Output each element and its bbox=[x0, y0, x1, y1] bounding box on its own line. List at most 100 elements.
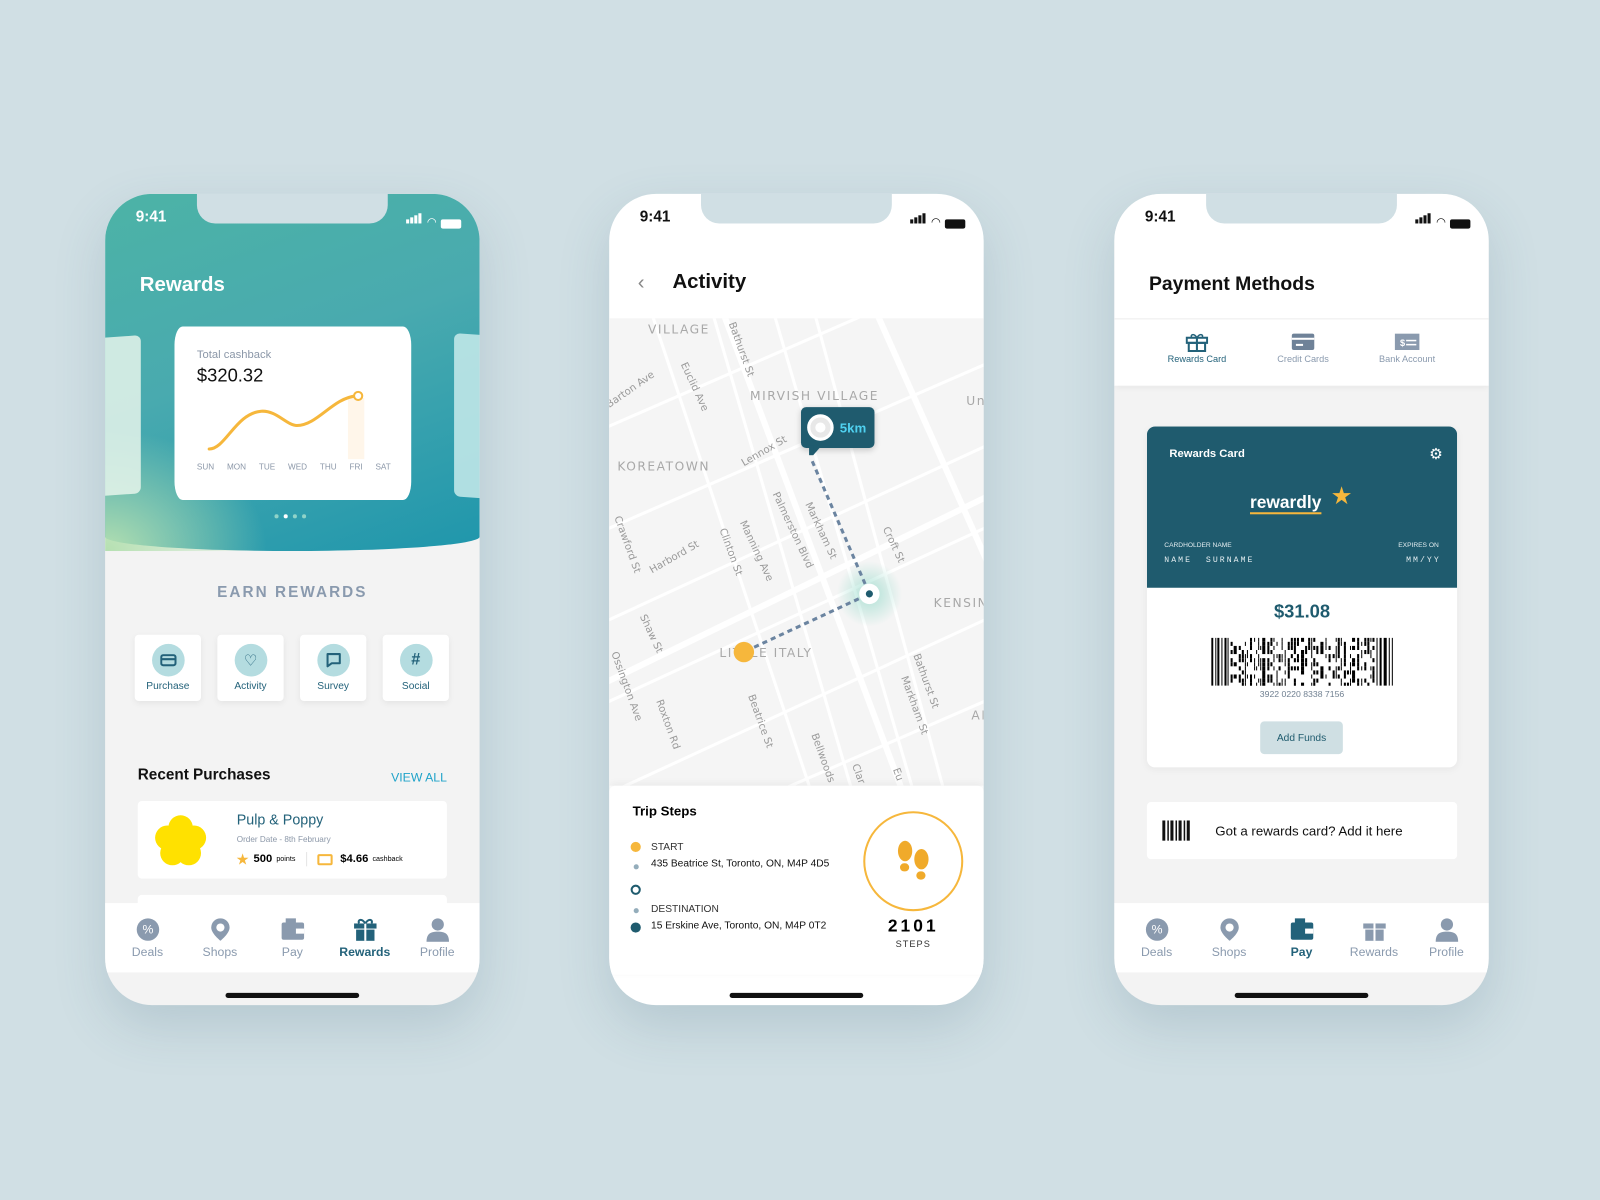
rewardly-logo: rewardly bbox=[1249, 493, 1322, 515]
earn-survey-tile[interactable]: Survey bbox=[299, 634, 367, 702]
gear-icon[interactable]: ⚙ bbox=[1429, 445, 1443, 463]
tab-credit-cards[interactable]: Credit Cards bbox=[1251, 332, 1355, 364]
points-unit: points bbox=[276, 855, 296, 863]
svg-text:$: $ bbox=[1400, 338, 1405, 348]
street-label: Harbord St bbox=[648, 539, 701, 576]
map-canvas: VILLAGE MIRVISH VILLAGE KOREATOWN LITTLE… bbox=[609, 318, 984, 786]
nav-label: Shops bbox=[202, 944, 238, 959]
gift-icon bbox=[1185, 333, 1209, 353]
nav-label: Deals bbox=[131, 944, 164, 959]
prev-card[interactable] bbox=[105, 335, 141, 497]
nav-shops[interactable]: Shops bbox=[1198, 917, 1259, 959]
nav-shops[interactable]: Shops bbox=[189, 917, 250, 959]
notch bbox=[196, 193, 388, 224]
cashback-value: $4.66 bbox=[340, 853, 369, 866]
gift-icon bbox=[1362, 922, 1386, 941]
path-dot bbox=[633, 864, 639, 870]
route-map[interactable]: VILLAGE MIRVISH VILLAGE KOREATOWN LITTLE… bbox=[609, 318, 984, 786]
view-all-link[interactable]: VIEW ALL bbox=[391, 770, 447, 784]
status-time: 9:41 bbox=[1144, 208, 1176, 226]
nav-label: Profile bbox=[1429, 944, 1464, 959]
nav-label: Deals bbox=[1140, 944, 1173, 959]
street-label: Roxton Rd bbox=[653, 698, 681, 751]
map-district-label: Uni bbox=[966, 394, 983, 408]
earn-social-tile[interactable]: # Social bbox=[382, 634, 449, 702]
rewards-card[interactable]: Rewards Card ⚙ rewardly ★ CARDHOLDER NAM… bbox=[1146, 426, 1458, 768]
earn-activity-tile[interactable]: ♡ Activity bbox=[217, 634, 284, 702]
nav-label: Rewards bbox=[339, 944, 391, 959]
percent-badge-icon: % bbox=[1145, 917, 1168, 941]
earn-purchase-tile[interactable]: Purchase bbox=[134, 634, 202, 702]
battery-icon bbox=[944, 219, 966, 229]
start-marker[interactable] bbox=[733, 641, 755, 663]
trip-steps-panel: Trip Steps START 435 Beatrice St, Toront… bbox=[609, 785, 984, 975]
svg-text:%: % bbox=[142, 922, 153, 936]
add-rewards-card-button[interactable]: Got a rewards card? Add it here bbox=[1146, 802, 1458, 860]
day-axis: SUN MON TUE WED THU FRI SAT bbox=[197, 462, 391, 471]
notch bbox=[701, 193, 892, 224]
nav-pay[interactable]: Pay bbox=[262, 917, 323, 959]
selected-day-highlight bbox=[347, 397, 365, 460]
street-label: Eu bbox=[890, 767, 905, 783]
nav-deals[interactable]: % Deals bbox=[1126, 917, 1187, 959]
nav-profile[interactable]: Profile bbox=[1416, 917, 1477, 959]
barcode-number: 3922 0220 8338 7156 bbox=[1259, 688, 1345, 699]
street-label: Beatrice St bbox=[745, 693, 775, 749]
nav-label: Profile bbox=[419, 944, 455, 959]
nav-pay[interactable]: Pay bbox=[1271, 917, 1332, 959]
trip-steps-heading: Trip Steps bbox=[632, 803, 697, 819]
status-time: 9:41 bbox=[135, 208, 167, 226]
tab-bank-account[interactable]: $ Bank Account bbox=[1355, 332, 1459, 365]
start-dot bbox=[630, 841, 641, 853]
tile-label: Purchase bbox=[146, 680, 190, 692]
tab-label: Bank Account bbox=[1379, 354, 1436, 365]
nav-deals[interactable]: % Deals bbox=[117, 917, 178, 959]
nav-profile[interactable]: Profile bbox=[407, 917, 468, 959]
wallet-icon bbox=[1290, 917, 1313, 940]
status-icons: ◠ bbox=[1415, 210, 1471, 229]
carousel-dots[interactable] bbox=[274, 514, 307, 519]
star-icon: ★ bbox=[235, 851, 250, 869]
steps-label: STEPS bbox=[895, 938, 931, 949]
map-district-label: KENSINGTON MARKET bbox=[934, 596, 984, 610]
payment-phone: 9:41 ◠ Payment Methods Rewards Card Cred… bbox=[1114, 193, 1489, 1006]
wifi-icon: ◠ bbox=[426, 216, 437, 229]
tooltip-tail bbox=[809, 445, 822, 456]
distance-tooltip[interactable]: 5km bbox=[801, 407, 875, 456]
home-indicator[interactable] bbox=[1234, 992, 1369, 998]
nav-label: Rewards bbox=[1349, 944, 1399, 959]
day-label: WED bbox=[288, 462, 308, 472]
street-label: Crawford St bbox=[611, 515, 642, 575]
tab-rewards-card[interactable]: Rewards Card bbox=[1145, 332, 1249, 365]
purchase-stats: ★ 500 points $4.66 cashback bbox=[236, 850, 403, 868]
home-indicator[interactable] bbox=[225, 992, 360, 998]
merchant-name: Pulp & Poppy bbox=[236, 811, 324, 828]
user-icon bbox=[1435, 917, 1458, 942]
nav-label: Pay bbox=[281, 944, 303, 959]
activity-phone: 9:41 ◠ ‹ Activity VILLAGE MIRVISH VILLAG… bbox=[609, 193, 984, 1006]
divider bbox=[1114, 318, 1489, 320]
day-label: SAT bbox=[375, 462, 391, 472]
card-balance: $31.08 bbox=[1273, 601, 1331, 622]
tab-label: Rewards Card bbox=[1167, 354, 1227, 365]
back-chevron-icon[interactable]: ‹ bbox=[638, 271, 645, 294]
gift-icon bbox=[353, 918, 377, 941]
add-funds-button[interactable]: Add Funds bbox=[1260, 721, 1343, 755]
cashback-card[interactable]: Total cashback $320.32 SUN MON TUE WED THU FR… bbox=[174, 326, 412, 500]
battery-icon bbox=[440, 219, 462, 229]
next-card[interactable] bbox=[454, 333, 480, 500]
street-label: Barton Ave bbox=[609, 369, 657, 410]
merchant-logo-flower bbox=[155, 815, 207, 866]
card-face: Rewards Card ⚙ rewardly ★ CARDHOLDER NAM… bbox=[1146, 426, 1458, 588]
map-pin-icon bbox=[210, 917, 230, 941]
nav-rewards[interactable]: Rewards bbox=[1343, 917, 1404, 959]
nav-rewards[interactable]: Rewards bbox=[334, 917, 395, 959]
path-dot bbox=[633, 908, 639, 914]
status-icons: ◠ bbox=[910, 210, 966, 229]
steps-ring bbox=[863, 811, 964, 912]
home-indicator[interactable] bbox=[729, 992, 864, 998]
day-label: FRI bbox=[349, 462, 363, 472]
purchase-card[interactable]: Pulp & Poppy Order Date - 8th February ★… bbox=[137, 801, 447, 879]
wifi-icon: ◠ bbox=[1436, 216, 1446, 229]
destination-dot bbox=[630, 922, 641, 933]
